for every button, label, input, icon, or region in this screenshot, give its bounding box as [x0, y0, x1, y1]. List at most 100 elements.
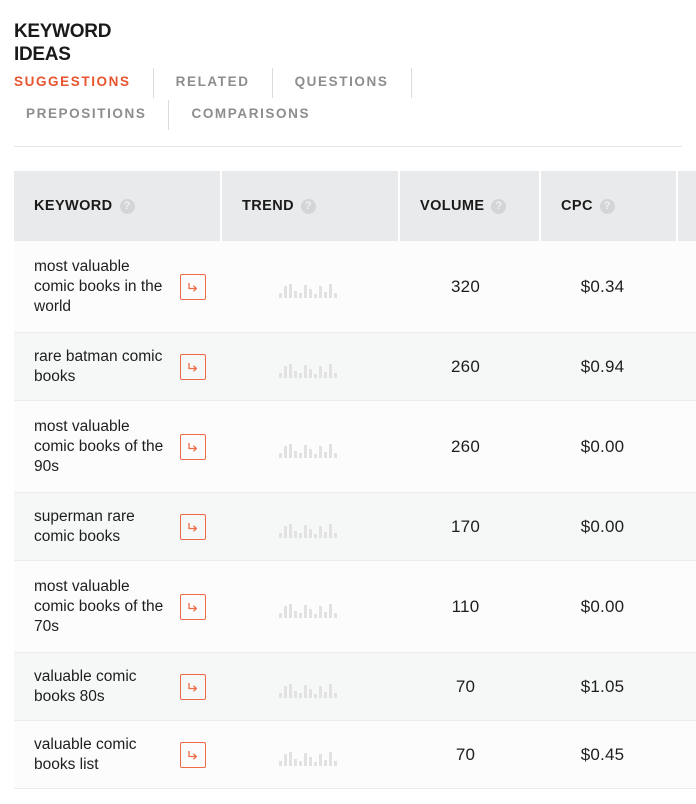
sparkline-bar: [299, 693, 302, 698]
cell-cpc: $0.45: [535, 721, 670, 788]
tab-separator: [168, 100, 169, 130]
help-circle-icon[interactable]: ?: [600, 199, 615, 214]
sparkline-bar: [324, 692, 327, 698]
sparkline-bar: [309, 689, 312, 698]
tab-comparisons[interactable]: Comparisons: [191, 100, 310, 128]
sparkline-bar: [279, 373, 282, 378]
sparkline-bar: [329, 524, 332, 538]
cpc-value: $0.45: [581, 745, 625, 765]
sparkline-bar: [329, 284, 332, 298]
cell-trend: [220, 721, 396, 788]
sparkline-bar: [279, 693, 282, 698]
table-row[interactable]: superman rare comic books170$0.00: [14, 493, 696, 561]
cell-trend: [220, 241, 396, 332]
sparkline-bar: [334, 453, 337, 458]
table-row[interactable]: rare batman comic books260$0.94: [14, 333, 696, 401]
sparkline-bar: [319, 286, 322, 298]
cell-overflow: [670, 493, 696, 560]
cpc-value: $0.00: [581, 597, 625, 617]
keyword-text: most valuable comic books of the 90s: [34, 417, 174, 476]
sparkline-bar: [289, 524, 292, 538]
sparkline-bar: [304, 525, 307, 538]
table-row[interactable]: valuable comic books 80s70$1.05: [14, 653, 696, 721]
trend-sparkline: [279, 744, 337, 766]
column-header-trend[interactable]: Trend ?: [222, 171, 398, 241]
sparkline-bar: [309, 289, 312, 298]
sparkline-bar: [334, 533, 337, 538]
arrow-down-right-icon[interactable]: [180, 514, 206, 540]
cell-volume: 170: [396, 493, 535, 560]
table-row[interactable]: most valuable comic books of the 70s110$…: [14, 561, 696, 653]
sparkline-bar: [289, 604, 292, 618]
sparkline-bar: [299, 373, 302, 378]
sparkline-bar: [314, 534, 317, 538]
cell-overflow: [670, 653, 696, 720]
sparkline-bar: [299, 293, 302, 298]
arrow-down-right-icon[interactable]: [180, 274, 206, 300]
column-header-volume[interactable]: Volume ?: [400, 171, 539, 241]
help-circle-icon[interactable]: ?: [120, 199, 135, 214]
arrow-down-right-icon[interactable]: [180, 674, 206, 700]
sparkline-bar: [289, 284, 292, 298]
cpc-value: $0.34: [581, 277, 625, 297]
volume-value: 170: [451, 517, 480, 537]
cell-volume: 70: [396, 653, 535, 720]
sparkline-bar: [304, 685, 307, 698]
help-circle-icon[interactable]: ?: [491, 199, 506, 214]
arrow-down-right-icon[interactable]: [180, 434, 206, 460]
table-row[interactable]: most valuable comic books of the 90s260$…: [14, 401, 696, 493]
page-title: Keyword Ideas: [14, 20, 120, 66]
cell-keyword: most valuable comic books in the world: [14, 241, 220, 332]
cell-keyword: valuable comic books 80s: [14, 653, 220, 720]
trend-sparkline: [279, 596, 337, 618]
sparkline-bar: [279, 453, 282, 458]
table-row[interactable]: valuable comic books list70$0.45: [14, 721, 696, 789]
sparkline-bar: [334, 761, 337, 766]
arrow-down-right-icon[interactable]: [180, 594, 206, 620]
sparkline-bar: [319, 446, 322, 458]
cell-keyword: most valuable comic books of the 70s: [14, 561, 220, 652]
cell-overflow: [670, 561, 696, 652]
keyword-text: superman rare comic books: [34, 507, 174, 547]
sparkline-bar: [319, 754, 322, 766]
keyword-text: most valuable comic books in the world: [34, 257, 174, 316]
cell-keyword: rare batman comic books: [14, 333, 220, 400]
tab-prepositions[interactable]: Prepositions: [26, 100, 146, 128]
sparkline-bar: [309, 369, 312, 378]
cell-keyword: valuable comic books list: [14, 721, 220, 788]
help-circle-icon[interactable]: ?: [301, 199, 316, 214]
keyword-text: valuable comic books 80s: [34, 667, 174, 707]
table-row[interactable]: most valuable comic books in the world 32…: [14, 241, 696, 333]
trend-sparkline: [279, 516, 337, 538]
sparkline-bar: [289, 684, 292, 698]
keyword-text: most valuable comic books of the 70s: [34, 577, 174, 636]
column-header-overflow: [678, 171, 696, 241]
sparkline-bar: [309, 449, 312, 458]
column-header-keyword[interactable]: Keyword ?: [14, 171, 220, 241]
volume-value: 70: [456, 677, 475, 697]
arrow-down-right-icon[interactable]: [180, 742, 206, 768]
cell-trend: [220, 333, 396, 400]
cell-cpc: $0.34: [535, 241, 670, 332]
volume-value: 320: [451, 277, 480, 297]
cell-keyword: superman rare comic books: [14, 493, 220, 560]
column-header-cpc[interactable]: CPC ?: [541, 171, 676, 241]
cell-volume: 260: [396, 401, 535, 492]
sparkline-bar: [304, 445, 307, 458]
sparkline-bar: [289, 444, 292, 458]
sparkline-bar: [334, 693, 337, 698]
sparkline-bar: [314, 454, 317, 458]
cell-overflow: [670, 401, 696, 492]
panel-header: Keyword Ideas Suggestions Related Question…: [0, 0, 696, 130]
cell-trend: [220, 653, 396, 720]
sparkline-bar: [284, 754, 287, 766]
sparkline-bar: [284, 606, 287, 618]
trend-sparkline: [279, 436, 337, 458]
sparkline-bar: [279, 293, 282, 298]
arrow-down-right-icon[interactable]: [180, 354, 206, 380]
tab-questions[interactable]: Questions: [295, 68, 389, 96]
tab-related[interactable]: Related: [176, 68, 250, 96]
sparkline-bar: [279, 533, 282, 538]
tab-suggestions[interactable]: Suggestions: [14, 68, 131, 96]
sparkline-bar: [324, 452, 327, 458]
